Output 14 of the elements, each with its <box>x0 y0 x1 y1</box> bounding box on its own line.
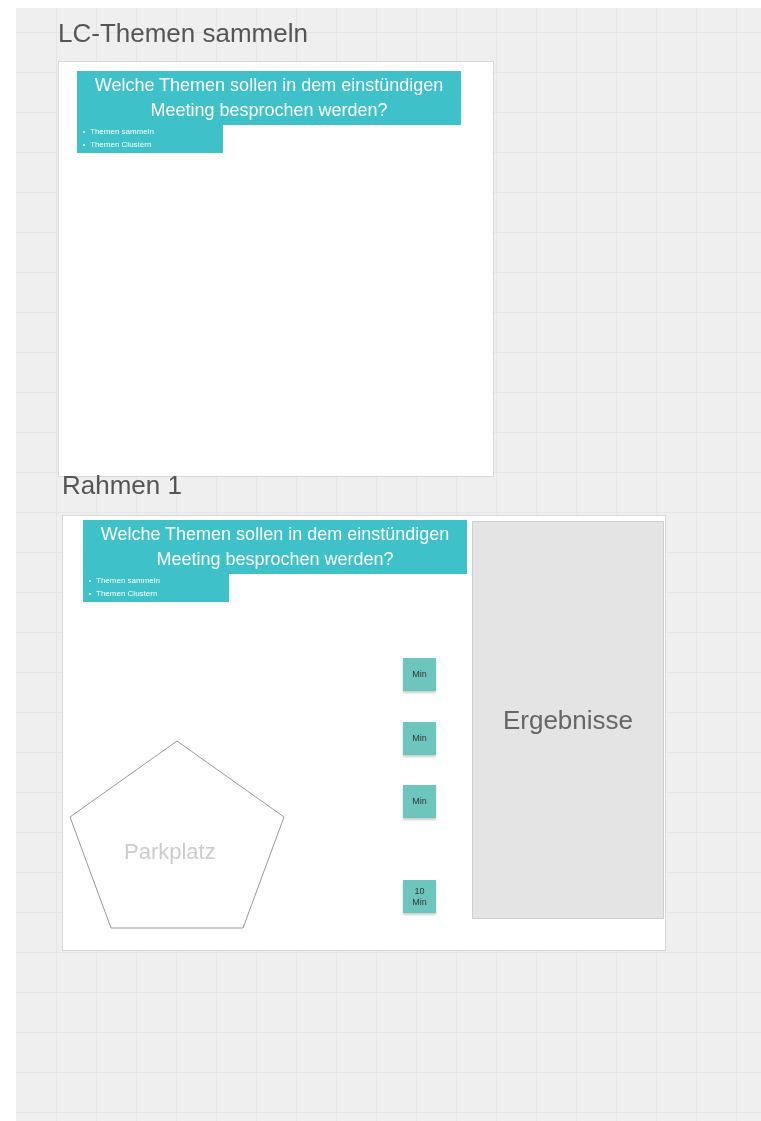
bullet-item: Themen sammeln <box>90 126 155 138</box>
bullet-item: Themen Clustern <box>96 588 158 600</box>
sticky-note[interactable]: Min <box>403 722 436 755</box>
sticky-note[interactable]: 10 Min <box>403 880 436 913</box>
results-label: Ergebnisse <box>502 703 634 737</box>
bullet-item: Themen sammeln <box>96 575 161 587</box>
heading-banner: Welche Themen sollen in dem einstündigen Meeting besprochen werden? <box>83 520 467 574</box>
sticky-note[interactable]: Min <box>403 785 436 818</box>
heading-banner: Welche Themen sollen in dem einstündigen Meeting besprochen werden? <box>77 71 461 125</box>
sticky-note[interactable]: Min <box>403 658 436 691</box>
results-panel[interactable]: Ergebnisse <box>472 521 664 919</box>
frame-title: LC-Themen sammeln <box>58 17 308 50</box>
bullet-item: Themen Clustern <box>90 139 152 151</box>
pentagon-shape[interactable] <box>68 740 286 930</box>
